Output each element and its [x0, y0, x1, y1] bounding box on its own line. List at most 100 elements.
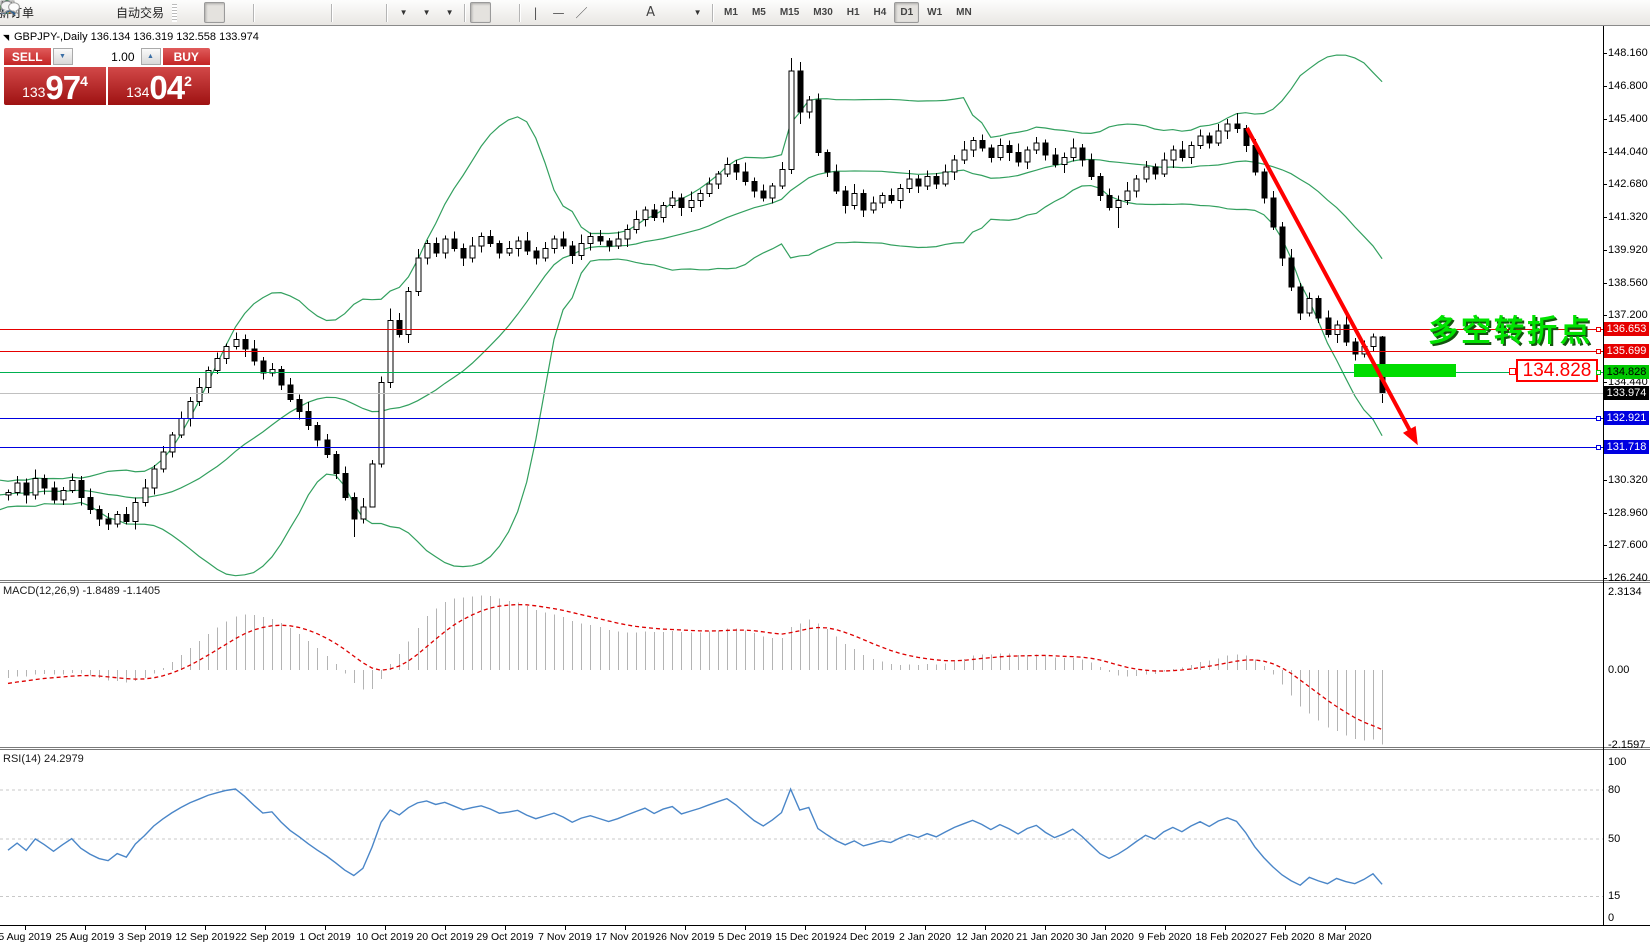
rsi-tick-label: 50	[1608, 833, 1621, 845]
chart-shift-icon[interactable]	[0, 1, 381, 23]
date-tick	[1285, 926, 1286, 930]
timeframe-m5[interactable]: M5	[746, 2, 772, 23]
date-tick	[865, 926, 866, 930]
date-label: 30 Jan 2020	[1076, 931, 1134, 943]
channel-tool-icon[interactable]: E	[0, 1, 615, 23]
date-tick	[685, 926, 686, 930]
date-label: 5 Dec 2019	[718, 931, 772, 943]
bar-chart-type-icon[interactable]	[1, 1, 202, 23]
timeframe-m1[interactable]: M1	[718, 2, 744, 23]
date-label: 24 Dec 2019	[835, 931, 895, 943]
date-label: 15 Dec 2019	[775, 931, 835, 943]
zoom-in-icon[interactable]	[1, 0, 280, 23]
rsi-tick-label: 0	[1608, 912, 1615, 924]
date-tick	[625, 926, 626, 930]
price-tick-label: 145.400	[1608, 113, 1648, 126]
line-chart-type-icon[interactable]	[0, 1, 248, 23]
price-tick-label: 126.240	[1608, 571, 1648, 584]
timeframe-mn[interactable]: MN	[950, 2, 978, 23]
mt4-window: { "toolbar": { "new_order_label": "新订单",…	[0, 0, 1650, 949]
accounts-icon[interactable]	[0, 1, 84, 23]
tag-anchor	[1596, 415, 1601, 421]
macd-label: MACD(12,26,9) -1.8489 -1.1405	[3, 585, 161, 597]
date-tick	[1165, 926, 1166, 930]
date-tick	[85, 926, 86, 930]
price-tag-133.974: 133.974	[1604, 385, 1649, 400]
crosshair-tool-icon[interactable]	[1, 1, 514, 23]
autotrade-button[interactable]: 自动交易	[0, 0, 168, 23]
date-tick	[745, 926, 746, 930]
timeframe-m15[interactable]: M15	[774, 2, 805, 23]
horizontal-line-tool-icon[interactable]: —	[548, 2, 569, 23]
price-tick-mark	[1603, 480, 1607, 482]
toolbar-grip	[172, 3, 178, 22]
date-tick	[1345, 926, 1346, 930]
tile-windows-icon[interactable]	[1, 1, 326, 23]
price-tick-mark	[1603, 381, 1607, 383]
price-tick-mark	[1603, 282, 1607, 284]
templates-button[interactable]: ▼	[0, 0, 459, 23]
rsi-label: RSI(14) 24.2979	[3, 753, 84, 765]
rsi-pane[interactable]	[0, 750, 1603, 924]
auto-scroll-icon[interactable]	[0, 1, 358, 23]
date-tick	[805, 926, 806, 930]
search-icon[interactable]	[1, 0, 1617, 23]
periods-button[interactable]: ▼	[0, 0, 436, 23]
date-tick	[925, 926, 926, 930]
tag-anchor	[1596, 370, 1601, 376]
timeframe-d1[interactable]: D1	[894, 2, 920, 23]
date-tick	[445, 926, 446, 930]
date-label: 29 Oct 2019	[476, 931, 534, 943]
price-tick-label: 146.800	[1608, 79, 1648, 92]
rsi-tick-label: 15	[1608, 890, 1621, 903]
market-watch-icon[interactable]	[0, 1, 61, 23]
chinese-annotation[interactable]: 多空转折点	[1428, 306, 1593, 350]
date-label: 22 Sep 2019	[235, 931, 295, 943]
price-tick-mark	[1603, 216, 1607, 218]
tag-anchor	[1596, 444, 1601, 450]
chat-icon[interactable]	[0, 0, 1640, 23]
green-highlight-rectangle[interactable]	[1354, 364, 1456, 377]
date-tick	[385, 926, 386, 930]
macd-tick-label: -2.1597	[1608, 738, 1646, 751]
date-axis[interactable]: 5 Aug 2019 25 Aug 2019 3 Sep 2019 12 Sep 20…	[0, 925, 1650, 949]
zoom-out-icon[interactable]	[1, 0, 303, 23]
text-tool-icon[interactable]: A	[640, 2, 661, 23]
date-tick	[145, 926, 146, 930]
date-label: 3 Sep 2019	[118, 931, 172, 943]
timeframe-h1[interactable]: H1	[841, 2, 866, 23]
date-label: 5 Aug 2019	[0, 931, 52, 943]
fibonacci-tool-icon[interactable]: F	[1, 2, 638, 23]
rsi-tick-label: 100	[1608, 756, 1627, 768]
trendline-tool-icon[interactable]: ／	[571, 2, 592, 23]
arrows-tool-icon[interactable]: ▼	[1, 1, 707, 23]
date-label: 21 Jan 2020	[1016, 931, 1074, 943]
main-chart-pane[interactable]	[0, 26, 1603, 580]
signals-icon[interactable]	[0, 0, 107, 23]
price-tick-mark	[1603, 151, 1607, 153]
price-tag-134.828: 134.828	[1604, 365, 1649, 380]
timeframe-m30[interactable]: M30	[807, 2, 838, 23]
macd-pane[interactable]	[0, 583, 1603, 747]
macd-tick-label: 0.00	[1608, 664, 1630, 676]
candlestick-chart-type-icon[interactable]	[1, 1, 226, 23]
price-box-label[interactable]: 134.828	[1516, 359, 1598, 382]
date-tick	[1225, 926, 1226, 930]
price-box-anchor	[1509, 368, 1516, 375]
price-tick-label: 144.040	[1608, 145, 1648, 158]
cursor-tool-icon[interactable]	[2, 1, 492, 23]
timeframe-h4[interactable]: H4	[868, 2, 893, 23]
date-label: 12 Jan 2020	[956, 931, 1014, 943]
rsi-tick-label: 80	[1608, 783, 1621, 796]
price-tick-mark	[1603, 545, 1607, 547]
timeframe-w1[interactable]: W1	[921, 2, 948, 23]
date-label: 2 Jan 2020	[899, 931, 951, 943]
tag-anchor	[1596, 349, 1601, 355]
date-tick	[25, 926, 26, 930]
text-label-tool-icon[interactable]: T	[0, 0, 684, 23]
price-tick-mark	[1603, 184, 1607, 186]
vertical-line-tool-icon[interactable]: |	[525, 2, 546, 23]
price-tag-131.718: 131.718	[1604, 439, 1649, 454]
top-toolbar: 新订单 自动交易 ▼ ▼ ▼ | — ／ E F A T ▼ M1M5M15M3…	[0, 0, 1650, 26]
indicators-button[interactable]: ▼	[0, 2, 413, 23]
